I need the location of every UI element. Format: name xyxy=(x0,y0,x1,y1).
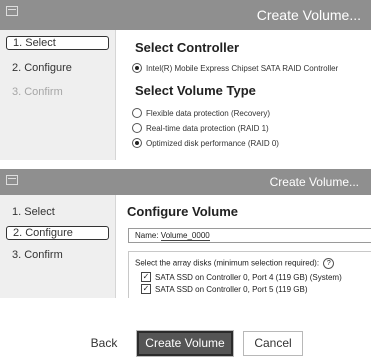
step-select[interactable]: 1. Select xyxy=(6,205,109,219)
title-bar: Create Volume... xyxy=(0,169,371,195)
configure-content: Configure Volume Name: Volume_0000 Selec… xyxy=(115,195,371,298)
window-title: Create Volume... xyxy=(256,7,361,23)
step-confirm: 3. Confirm xyxy=(12,86,63,98)
cancel-button[interactable]: Cancel xyxy=(243,331,303,356)
array-disks-group: Select the array disks (minimum selectio… xyxy=(128,251,371,298)
array-disks-text: Select the array disks (minimum selectio… xyxy=(135,258,320,268)
back-button[interactable]: Back xyxy=(82,331,126,356)
volume-name-field[interactable]: Name: Volume_0000 xyxy=(128,228,371,243)
radio-selected-icon[interactable] xyxy=(132,137,142,148)
volume-type-radio-raid1[interactable]: Real-time data protection (RAID 1) xyxy=(132,122,269,135)
controller-option-label: Intel(R) Mobile Express Chipset SATA RAI… xyxy=(146,64,339,73)
volume-name-label: Name: xyxy=(135,231,159,240)
title-bar: Create Volume... xyxy=(0,0,371,30)
select-volume-type-heading: Select Volume Type xyxy=(135,83,256,98)
radio-icon[interactable] xyxy=(132,122,142,133)
step-configure[interactable]: 2. Configure xyxy=(6,226,109,240)
array-disks-label: Select the array disks (minimum selectio… xyxy=(135,258,335,269)
volume-type-label: Real-time data protection (RAID 1) xyxy=(146,124,269,133)
volume-type-radio-raid0[interactable]: Optimized disk performance (RAID 0) xyxy=(132,137,279,150)
step-confirm[interactable]: 3. Confirm xyxy=(6,248,109,262)
app-window-icon xyxy=(6,6,18,16)
disk-checkbox-port4[interactable]: ✓ SATA SSD on Controller 0, Port 4 (119 G… xyxy=(141,271,342,283)
radio-icon[interactable] xyxy=(132,107,142,118)
disk-label: SATA SSD on Controller 0, Port 4 (119 GB… xyxy=(155,273,342,282)
disk-checkbox-port5[interactable]: ✓ SATA SSD on Controller 0, Port 5 (119 G… xyxy=(141,283,308,295)
configure-volume-heading: Configure Volume xyxy=(127,204,238,219)
help-icon[interactable]: ? xyxy=(323,258,335,269)
checkmark-icon[interactable]: ✓ xyxy=(141,271,151,282)
wizard-panel-configure: Create Volume... 1. Select 2. Configure … xyxy=(0,169,371,298)
volume-type-label: Optimized disk performance (RAID 0) xyxy=(146,139,279,148)
step-select[interactable]: 1. Select xyxy=(6,36,109,50)
radio-selected-icon[interactable] xyxy=(132,62,142,73)
controller-radio[interactable]: Intel(R) Mobile Express Chipset SATA RAI… xyxy=(132,62,339,75)
select-content: Select Controller Intel(R) Mobile Expres… xyxy=(115,30,371,160)
select-controller-heading: Select Controller xyxy=(135,40,240,55)
disk-label: SATA SSD on Controller 0, Port 5 (119 GB… xyxy=(155,285,308,294)
app-window-icon xyxy=(6,175,18,185)
wizard-panel-select: Create Volume... 1. Select 2. Configure … xyxy=(0,0,371,160)
volume-type-radio-recovery[interactable]: Flexible data protection (Recovery) xyxy=(132,107,271,120)
volume-name-input[interactable]: Volume_0000 xyxy=(160,231,210,241)
volume-type-label: Flexible data protection (Recovery) xyxy=(146,109,271,118)
window-title: Create Volume... xyxy=(269,175,359,189)
step-configure[interactable]: 2. Configure xyxy=(6,61,109,75)
create-volume-button[interactable]: Create Volume xyxy=(137,331,233,356)
checkmark-icon[interactable]: ✓ xyxy=(141,283,151,294)
